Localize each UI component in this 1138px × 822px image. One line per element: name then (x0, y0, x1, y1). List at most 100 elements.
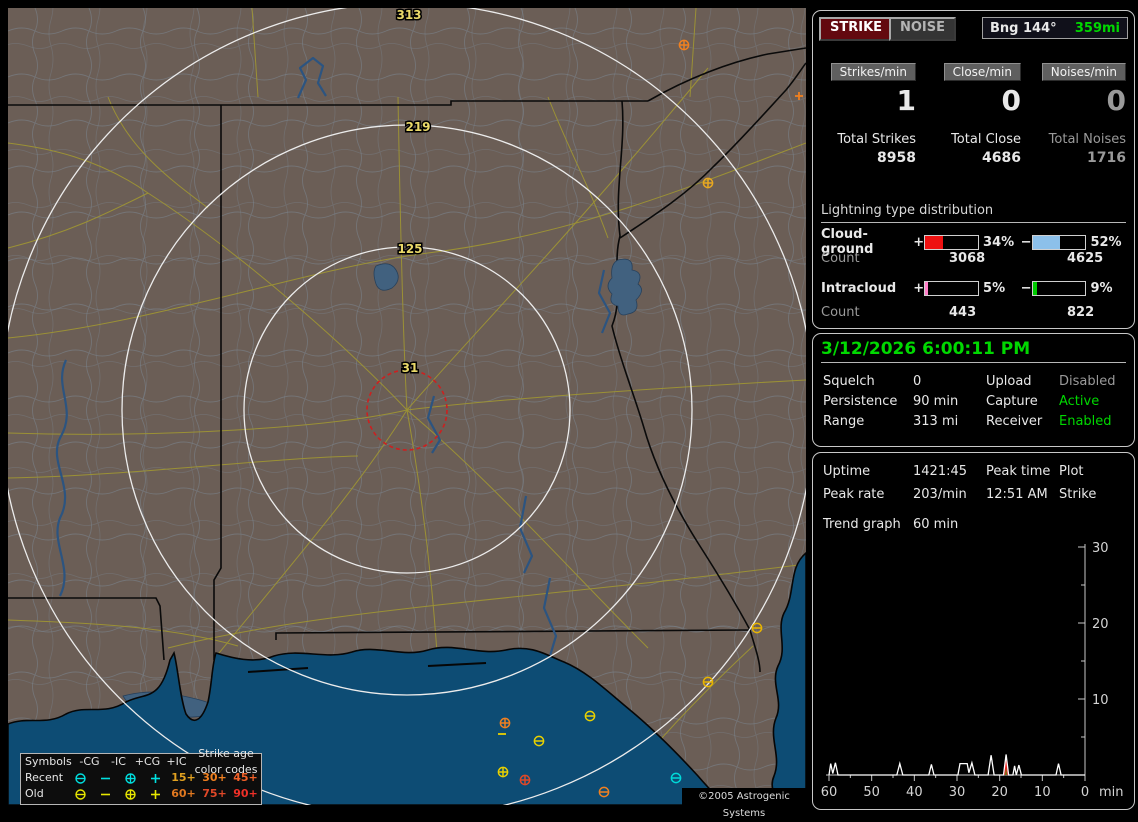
neg-ic-recent-icon (93, 772, 118, 785)
capture-status: Active (1059, 394, 1100, 409)
strike-marker-pos-cg (497, 766, 509, 778)
legend-col-neg-cg: -CG (79, 755, 100, 768)
trend-graph-label: Trend graph (823, 517, 901, 532)
map-canvas: 313 219 125 31 (8, 8, 806, 805)
svg-text:40: 40 (906, 785, 923, 800)
trend-graph-window: 60 min (913, 517, 959, 532)
distribution-divider (821, 222, 1126, 223)
totals-value-row: 8958 4686 1716 (821, 150, 1126, 166)
svg-text:min: min (1099, 785, 1124, 800)
legend-col-pos-cg: +CG (134, 755, 161, 768)
receiver-status: Enabled (1059, 414, 1112, 429)
bearing-distance: 359mi (1074, 20, 1120, 36)
upload-label: Upload (986, 374, 1032, 389)
total-noises-label: Total Noises (1048, 132, 1126, 147)
noises-per-min-chip[interactable]: Noises/min (1041, 63, 1126, 81)
ic-positive-pct: 5% (983, 281, 1006, 296)
legend-recent-label: Recent (25, 771, 64, 784)
cg-negative-bar (1031, 234, 1087, 250)
legend-old-label: Old (25, 787, 44, 800)
ic-positive-count: 443 (949, 305, 977, 320)
trend-panel: Uptime 1421:45 Peak time Plot Peak rate … (812, 452, 1135, 810)
noises-per-min-value: 0 (1106, 84, 1126, 117)
lightning-map[interactable]: 313 219 125 31 Symbols -CG -IC +CG +IC S… (8, 8, 806, 819)
svg-text:30: 30 (949, 785, 966, 800)
total-close-label: Total Close (951, 132, 1021, 147)
intracloud-label: Intracloud (821, 281, 897, 296)
legend-symbols-title: Symbols (25, 755, 72, 768)
pos-ic-old-icon (143, 788, 168, 801)
svg-text:30: 30 (1092, 541, 1109, 556)
rate-values-row: 1 0 0 (821, 87, 1126, 115)
peak-rate-label: Peak rate (823, 487, 885, 502)
trend-series-strike-rate (828, 754, 1085, 776)
squelch-label: Squelch (823, 374, 875, 389)
cg-positive-pct: 34% (983, 234, 1015, 250)
stats-row-1: Uptime 1421:45 Peak time Plot (813, 464, 1134, 484)
trend-graph: 30 20 10 60 50 40 30 20 10 0 min (821, 541, 1124, 800)
legend-old-row: Old 60+ 75+ 90+ (21, 786, 261, 802)
map-legend: Symbols -CG -IC +CG +IC Strike age color… (20, 747, 262, 805)
ic-count-label: Count (821, 305, 860, 320)
svg-text:20: 20 (1092, 617, 1109, 632)
stats-row-2: Peak rate 203/min 12:51 AM Strike (813, 487, 1134, 507)
total-close-value: 4686 (982, 150, 1021, 166)
rate-chip-row: Strikes/min Close/min Noises/min (821, 63, 1126, 81)
squelch-value: 0 (913, 374, 922, 389)
ring-label-125: 125 (397, 242, 422, 256)
svg-text:10: 10 (1034, 785, 1051, 800)
cg-negative-pct: 52% (1090, 234, 1122, 250)
peak-time-value: 12:51 AM (986, 487, 1048, 502)
total-strikes-value: 8958 (877, 150, 916, 166)
close-per-min-chip[interactable]: Close/min (943, 63, 1021, 81)
strike-marker-pos-cg (519, 774, 531, 786)
neg-cg-old-icon (68, 788, 93, 801)
peak-rate-value: 203/min (913, 487, 967, 502)
strikes-per-min-value: 1 (896, 84, 916, 117)
bearing-readout: Bng 144° 359mi (982, 17, 1128, 39)
age-code-45: 45+ (233, 771, 258, 784)
negative-sign: − (1020, 281, 1032, 296)
range-value: 313 mi (913, 414, 959, 429)
noise-mode-button[interactable]: NOISE (889, 17, 957, 41)
cg-positive-bar (924, 234, 980, 250)
strike-stats-panel: STRIKE NOISE Bng 144° 359mi Strikes/min … (812, 10, 1135, 329)
legend-recent-row: Recent 15+ 30+ 45+ (21, 770, 261, 786)
cg-count-label: Count (821, 251, 860, 266)
legend-col-pos-ic: +IC (166, 755, 187, 768)
legend-header-row: Symbols -CG -IC +CG +IC Strike age color… (21, 747, 261, 776)
trend-graph-row: Trend graph 60 min (813, 517, 1134, 537)
svg-text:60: 60 (821, 785, 838, 800)
close-per-min-value: 0 (1001, 84, 1021, 117)
svg-text:0: 0 (1081, 785, 1089, 800)
status-row-squelch: Squelch 0 Upload Disabled (813, 374, 1134, 394)
pos-cg-old-icon (118, 788, 143, 801)
range-label: Range (823, 414, 865, 429)
cg-positive-count: 3068 (949, 251, 986, 266)
datetime-display: 3/12/2026 6:00:11 PM (821, 339, 1031, 359)
total-strikes-label: Total Strikes (837, 132, 916, 147)
totals-label-row: Total Strikes Total Close Total Noises (821, 132, 1126, 147)
bearing-value: Bng 144° (990, 20, 1057, 36)
age-code-90: 90+ (233, 787, 258, 800)
copyright-notice: ©2005 Astrogenic Systems (682, 788, 806, 819)
ic-negative-count: 822 (1067, 305, 1095, 320)
datetime-divider (821, 362, 1126, 363)
strike-marker-pos-cg (499, 717, 511, 729)
cg-negative-count: 4625 (1067, 251, 1104, 266)
plot-label: Plot (1059, 464, 1084, 479)
age-code-75: 75+ (202, 787, 227, 800)
positive-sign: + (913, 281, 925, 296)
svg-text:20: 20 (991, 785, 1008, 800)
strike-marker-pos-cg (702, 177, 714, 189)
ring-label-219: 219 (405, 120, 430, 134)
svg-text:10: 10 (1092, 693, 1109, 708)
total-noises-value: 1716 (1087, 150, 1126, 166)
legend-col-neg-ic: -IC (111, 755, 126, 768)
status-row-range: Range 313 mi Receiver Enabled (813, 414, 1134, 434)
plot-value: Strike (1059, 487, 1097, 502)
pos-ic-recent-icon (143, 772, 168, 785)
strike-mode-button[interactable]: STRIKE (819, 17, 894, 41)
strikes-per-min-chip[interactable]: Strikes/min (830, 63, 916, 81)
positive-sign: + (913, 234, 925, 250)
